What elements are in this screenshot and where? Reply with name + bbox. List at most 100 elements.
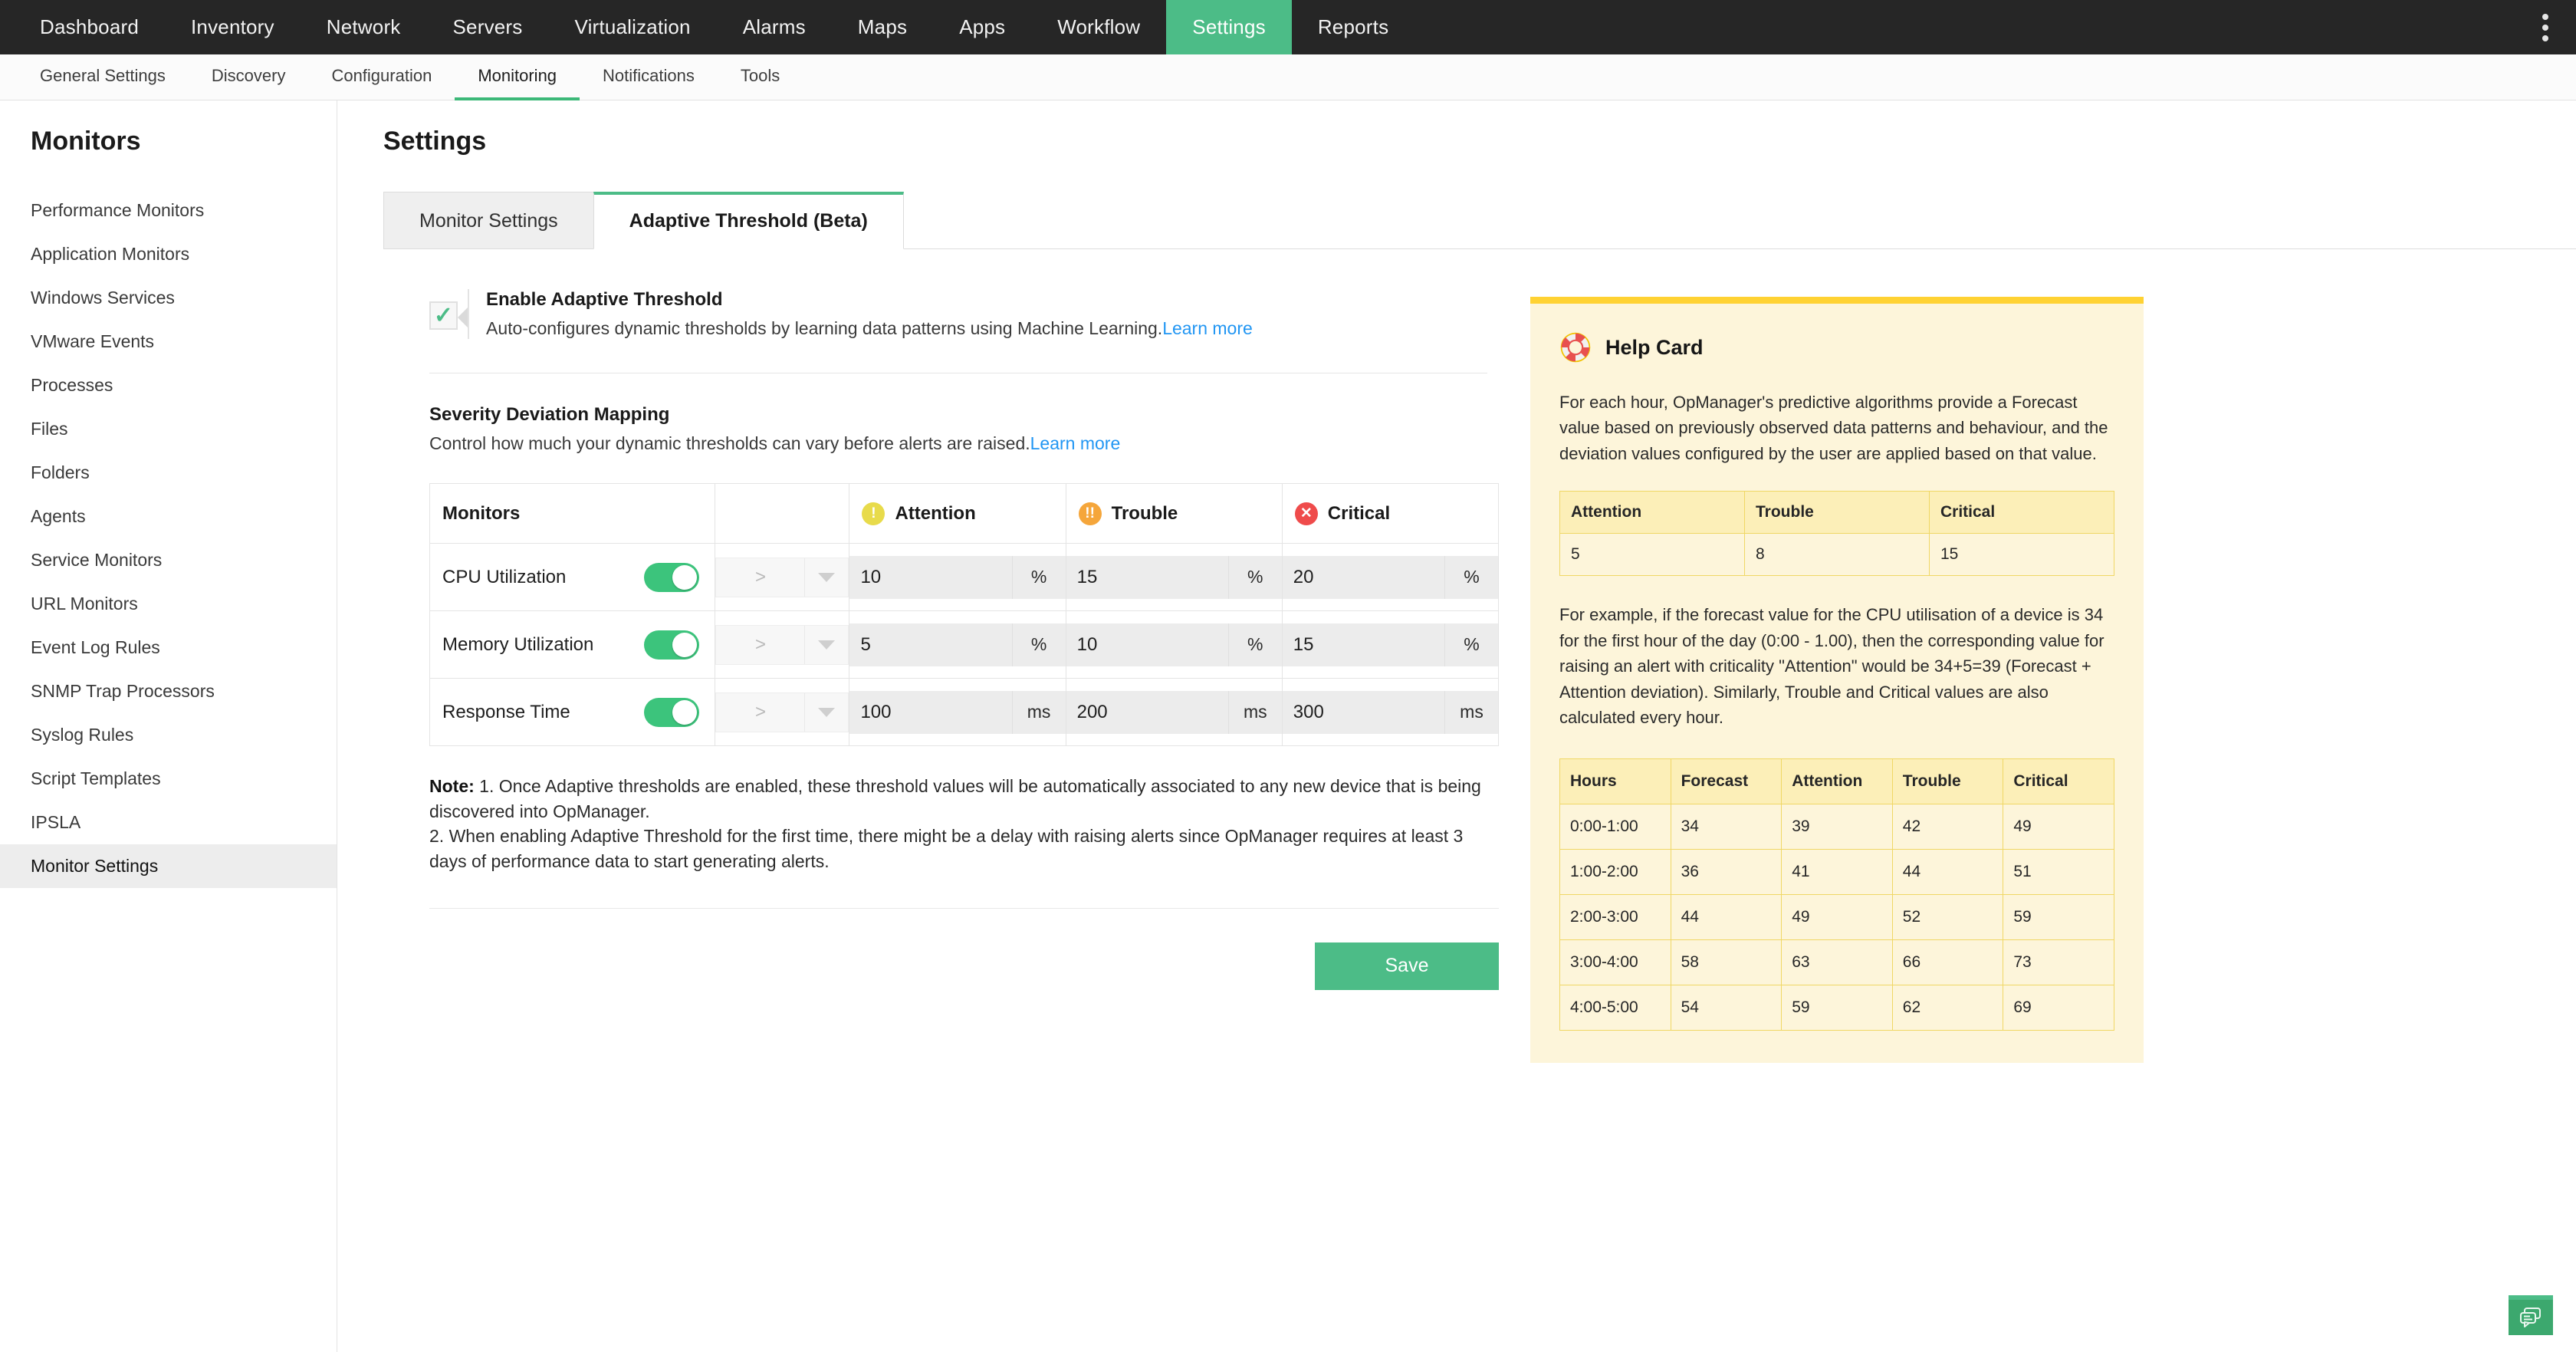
save-button[interactable]: Save [1315,942,1499,990]
kebab-dot [2542,24,2548,31]
topnav-item-alarms[interactable]: Alarms [717,0,832,54]
help-hours-cell: 0:00-1:00 [1559,803,1671,850]
sidebar-item-syslog-rules[interactable]: Syslog Rules [0,713,337,757]
topnav-item-servers[interactable]: Servers [427,0,549,54]
monitor-enable-toggle[interactable] [644,697,700,727]
attention-input[interactable] [849,690,1012,734]
topnav-item-network[interactable]: Network [301,0,427,54]
severity-deviation-mapping-title: Severity Deviation Mapping [429,404,670,425]
severity-deviation-table: Monitors ! Attention !! Trouble ✕ Critic… [429,483,1500,746]
help-deviation-table: Attention Trouble Critical 5 8 15 [1559,491,2114,577]
chevron-down-glyph [818,640,836,650]
help-hours-cell: 59 [2003,893,2114,940]
monitor-name: Response Time [442,701,570,722]
sidebar-item-snmp-trap-processors[interactable]: SNMP Trap Processors [0,669,337,713]
sidebar-item-ipsla[interactable]: IPSLA [0,801,337,844]
sidebar-item-vmware-events[interactable]: VMware Events [0,320,337,363]
sidebar-item-files[interactable]: Files [0,407,337,451]
topnav-item-apps[interactable]: Apps [933,0,1031,54]
topnav-item-dashboard[interactable]: Dashboard [14,0,165,54]
critical-cell: ms [1281,678,1500,746]
enable-adaptive-threshold-title: Enable Adaptive Threshold [486,289,723,310]
operator-select[interactable]: > [715,624,849,665]
attention-input[interactable] [849,555,1012,599]
col-header-monitors-label: Monitors [442,502,521,524]
critical-input[interactable] [1282,623,1444,666]
note-text: Note: 1. Once Adaptive thresholds are en… [429,774,1503,874]
trouble-input[interactable] [1066,690,1228,734]
operator-select[interactable]: > [715,692,849,732]
sidebar-item-url-monitors[interactable]: URL Monitors [0,582,337,626]
operator-select[interactable]: > [715,557,849,597]
chat-bubbles-icon[interactable] [2509,1295,2553,1335]
topnav-item-workflow[interactable]: Workflow [1031,0,1166,54]
trouble-input[interactable] [1066,555,1228,599]
help-hours-cell: 2:00-3:00 [1559,893,1671,940]
sidebar-item-script-templates[interactable]: Script Templates [0,757,337,801]
trouble-input[interactable] [1066,623,1228,666]
sidebar-item-application-monitors[interactable]: Application Monitors [0,232,337,276]
monitor-cell: CPU Utilization [429,543,716,611]
trouble-unit: % [1227,623,1282,666]
topnav-item-settings[interactable]: Settings [1166,0,1292,54]
monitor-enable-toggle[interactable] [644,562,700,592]
note-line-2: 2. When enabling Adaptive Threshold for … [429,826,1464,871]
col-header-attention: ! Attention [849,483,1066,544]
help-hours-cell: 63 [1781,939,1893,985]
help-deviation-header-critical: Critical [1929,491,2114,535]
subnav-item-general-settings[interactable]: General Settings [17,54,189,100]
help-hours-header-forecast: Forecast [1670,758,1783,804]
critical-value-group: ms [1282,690,1498,734]
subnav-item-notifications[interactable]: Notifications [580,54,718,100]
attention-cell: ms [849,678,1066,746]
sidebar-item-service-monitors[interactable]: Service Monitors [0,538,337,582]
save-row: Save [429,942,1499,990]
checkmark-icon: ✓ [433,302,454,328]
attention-value-group: % [849,555,1066,599]
trouble-value-group: ms [1066,690,1282,734]
sidebar-item-processes[interactable]: Processes [0,363,337,407]
topnav-item-virtualization[interactable]: Virtualization [549,0,717,54]
more-vertical-icon[interactable] [2528,0,2562,54]
operator-value: > [716,692,806,732]
tab-adaptive-threshold-beta[interactable]: Adaptive Threshold (Beta) [593,192,904,249]
exclamation-circle-icon: ! [862,502,886,525]
topnav-item-reports[interactable]: Reports [1292,0,1414,54]
attention-input[interactable] [849,623,1012,666]
help-card: Help Card For each hour, OpManager's pre… [1530,297,2144,1063]
critical-input[interactable] [1282,690,1444,734]
sidebar-item-windows-services[interactable]: Windows Services [0,276,337,320]
lifebuoy-icon [1560,332,1591,363]
help-card-intro: For each hour, OpManager's predictive al… [1559,393,2108,463]
monitor-enable-toggle[interactable] [644,630,700,660]
tab-bar: Monitor Settings Adaptive Threshold (Beta… [383,192,2576,249]
note-line-1: 1. Once Adaptive thresholds are enabled,… [429,776,1481,821]
topnav-item-maps[interactable]: Maps [832,0,933,54]
help-hours-cell: 44 [1891,848,2004,895]
subnav-item-tools[interactable]: Tools [718,54,803,100]
sidebar-item-performance-monitors[interactable]: Performance Monitors [0,189,337,232]
help-hours-cell: 73 [2003,939,2114,985]
topnav-item-inventory[interactable]: Inventory [165,0,301,54]
help-hours-cell: 39 [1781,803,1893,850]
sidebar-item-monitor-settings[interactable]: Monitor Settings [0,844,337,888]
subnav-item-discovery[interactable]: Discovery [189,54,309,100]
sidebar-item-folders[interactable]: Folders [0,451,337,495]
settings-sub-navigation: General Settings Discovery Configuration Mo… [0,54,2576,100]
sidebar-item-event-log-rules[interactable]: Event Log Rules [0,626,337,669]
enable-adaptive-threshold-checkbox[interactable]: ✓ [429,301,458,330]
operator-cell: > [715,678,850,746]
sidebar-item-agents[interactable]: Agents [0,495,337,538]
help-hours-cell: 44 [1670,893,1783,940]
subnav-item-monitoring[interactable]: Monitoring [455,54,580,100]
settings-column: ✓ Enable Adaptive Threshold Auto-configu… [383,249,1500,1063]
monitor-name: CPU Utilization [442,566,567,587]
subnav-item-configuration[interactable]: Configuration [308,54,455,100]
table-row: Response Time>msmsms [429,678,1500,746]
attention-value-group: ms [849,690,1066,734]
monitor-cell: Response Time [429,678,716,746]
tab-monitor-settings[interactable]: Monitor Settings [383,192,594,249]
enable-learn-more-link[interactable]: Learn more [1162,318,1253,338]
critical-input[interactable] [1282,555,1444,599]
severity-learn-more-link[interactable]: Learn more [1030,433,1121,453]
